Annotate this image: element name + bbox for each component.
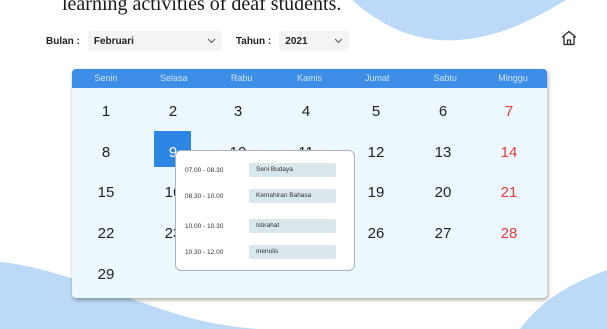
calendar-day[interactable]: 14 (489, 143, 529, 163)
calendar-day[interactable]: 4 (286, 102, 326, 122)
calendar-day[interactable]: 8 (86, 143, 126, 163)
calendar-day[interactable]: 27 (423, 224, 463, 244)
slot-time: 10.00 - 10.30 (185, 222, 224, 230)
weekday-label: Jumat (365, 73, 390, 83)
calendar-day[interactable]: 6 (423, 102, 463, 122)
year-value: 2021 (285, 35, 308, 47)
calendar-day[interactable]: 15 (86, 183, 126, 203)
calendar-day[interactable]: 22 (86, 224, 126, 244)
weekday-label: Minggu (498, 73, 528, 83)
slot-time: 10.30 - 12.00 (185, 248, 224, 256)
schedule-slot: 10.00 - 10.30 Istirahat (185, 219, 336, 233)
weekday-label: Kamis (296, 73, 322, 83)
schedule-slot: 07.00 - 08.30 Seni Budaya (185, 163, 336, 177)
calendar-day[interactable]: 1 (86, 102, 126, 122)
weekday-label: Senin (94, 73, 118, 83)
filter-bar: Bulan : Februari Tahun : 2021 (46, 30, 350, 52)
calendar-day[interactable]: 26 (356, 224, 396, 244)
month-value: Februari (93, 35, 134, 47)
month-label: Bulan : (46, 35, 80, 47)
calendar-day[interactable]: 13 (423, 143, 463, 163)
chevron-down-icon (334, 36, 343, 47)
calendar-day[interactable]: 29 (86, 265, 126, 285)
slot-activity: Seni Budaya (249, 163, 336, 177)
calendar-day[interactable]: 20 (423, 183, 463, 203)
schedule-popup: 07.00 - 08.30 Seni Budaya 08.30 - 10.00 … (175, 150, 355, 271)
month-select[interactable]: Februari (87, 31, 222, 51)
slot-time: 07.00 - 08.30 (185, 166, 224, 174)
slot-time: 08.30 - 10.00 (185, 192, 224, 200)
year-select[interactable]: 2021 (279, 31, 350, 51)
page-caption: learning activities of deaf students. (62, 0, 342, 15)
chevron-down-icon (207, 36, 216, 47)
calendar-day[interactable]: 2 (153, 102, 193, 122)
slot-activity: Kemahiran Bahasa (249, 189, 336, 203)
calendar-day[interactable]: 7 (489, 102, 529, 122)
calendar-day[interactable]: 21 (489, 183, 529, 203)
calendar: Senin Selasa Rabu Kamis Jumat Sabtu Ming… (72, 69, 547, 298)
schedule-slot: 10.30 - 12.00 menulis (185, 245, 336, 259)
weekday-label: Selasa (160, 73, 188, 83)
calendar-day[interactable]: 3 (218, 102, 258, 122)
calendar-day[interactable]: 28 (489, 224, 529, 244)
calendar-day[interactable]: 5 (356, 102, 396, 122)
slot-activity: Istirahat (249, 219, 336, 233)
weekday-label: Rabu (230, 73, 253, 83)
weekday-header: Senin Selasa Rabu Kamis Jumat Sabtu Ming… (72, 69, 547, 88)
slot-activity: menulis (249, 245, 336, 259)
schedule-slot: 08.30 - 10.00 Kemahiran Bahasa (185, 189, 336, 203)
calendar-day[interactable]: 19 (356, 183, 396, 203)
home-button[interactable] (560, 29, 578, 47)
calendar-day[interactable]: 12 (356, 143, 396, 163)
home-icon (561, 30, 577, 46)
weekday-label: Sabtu (433, 73, 457, 83)
year-label: Tahun : (235, 35, 272, 47)
